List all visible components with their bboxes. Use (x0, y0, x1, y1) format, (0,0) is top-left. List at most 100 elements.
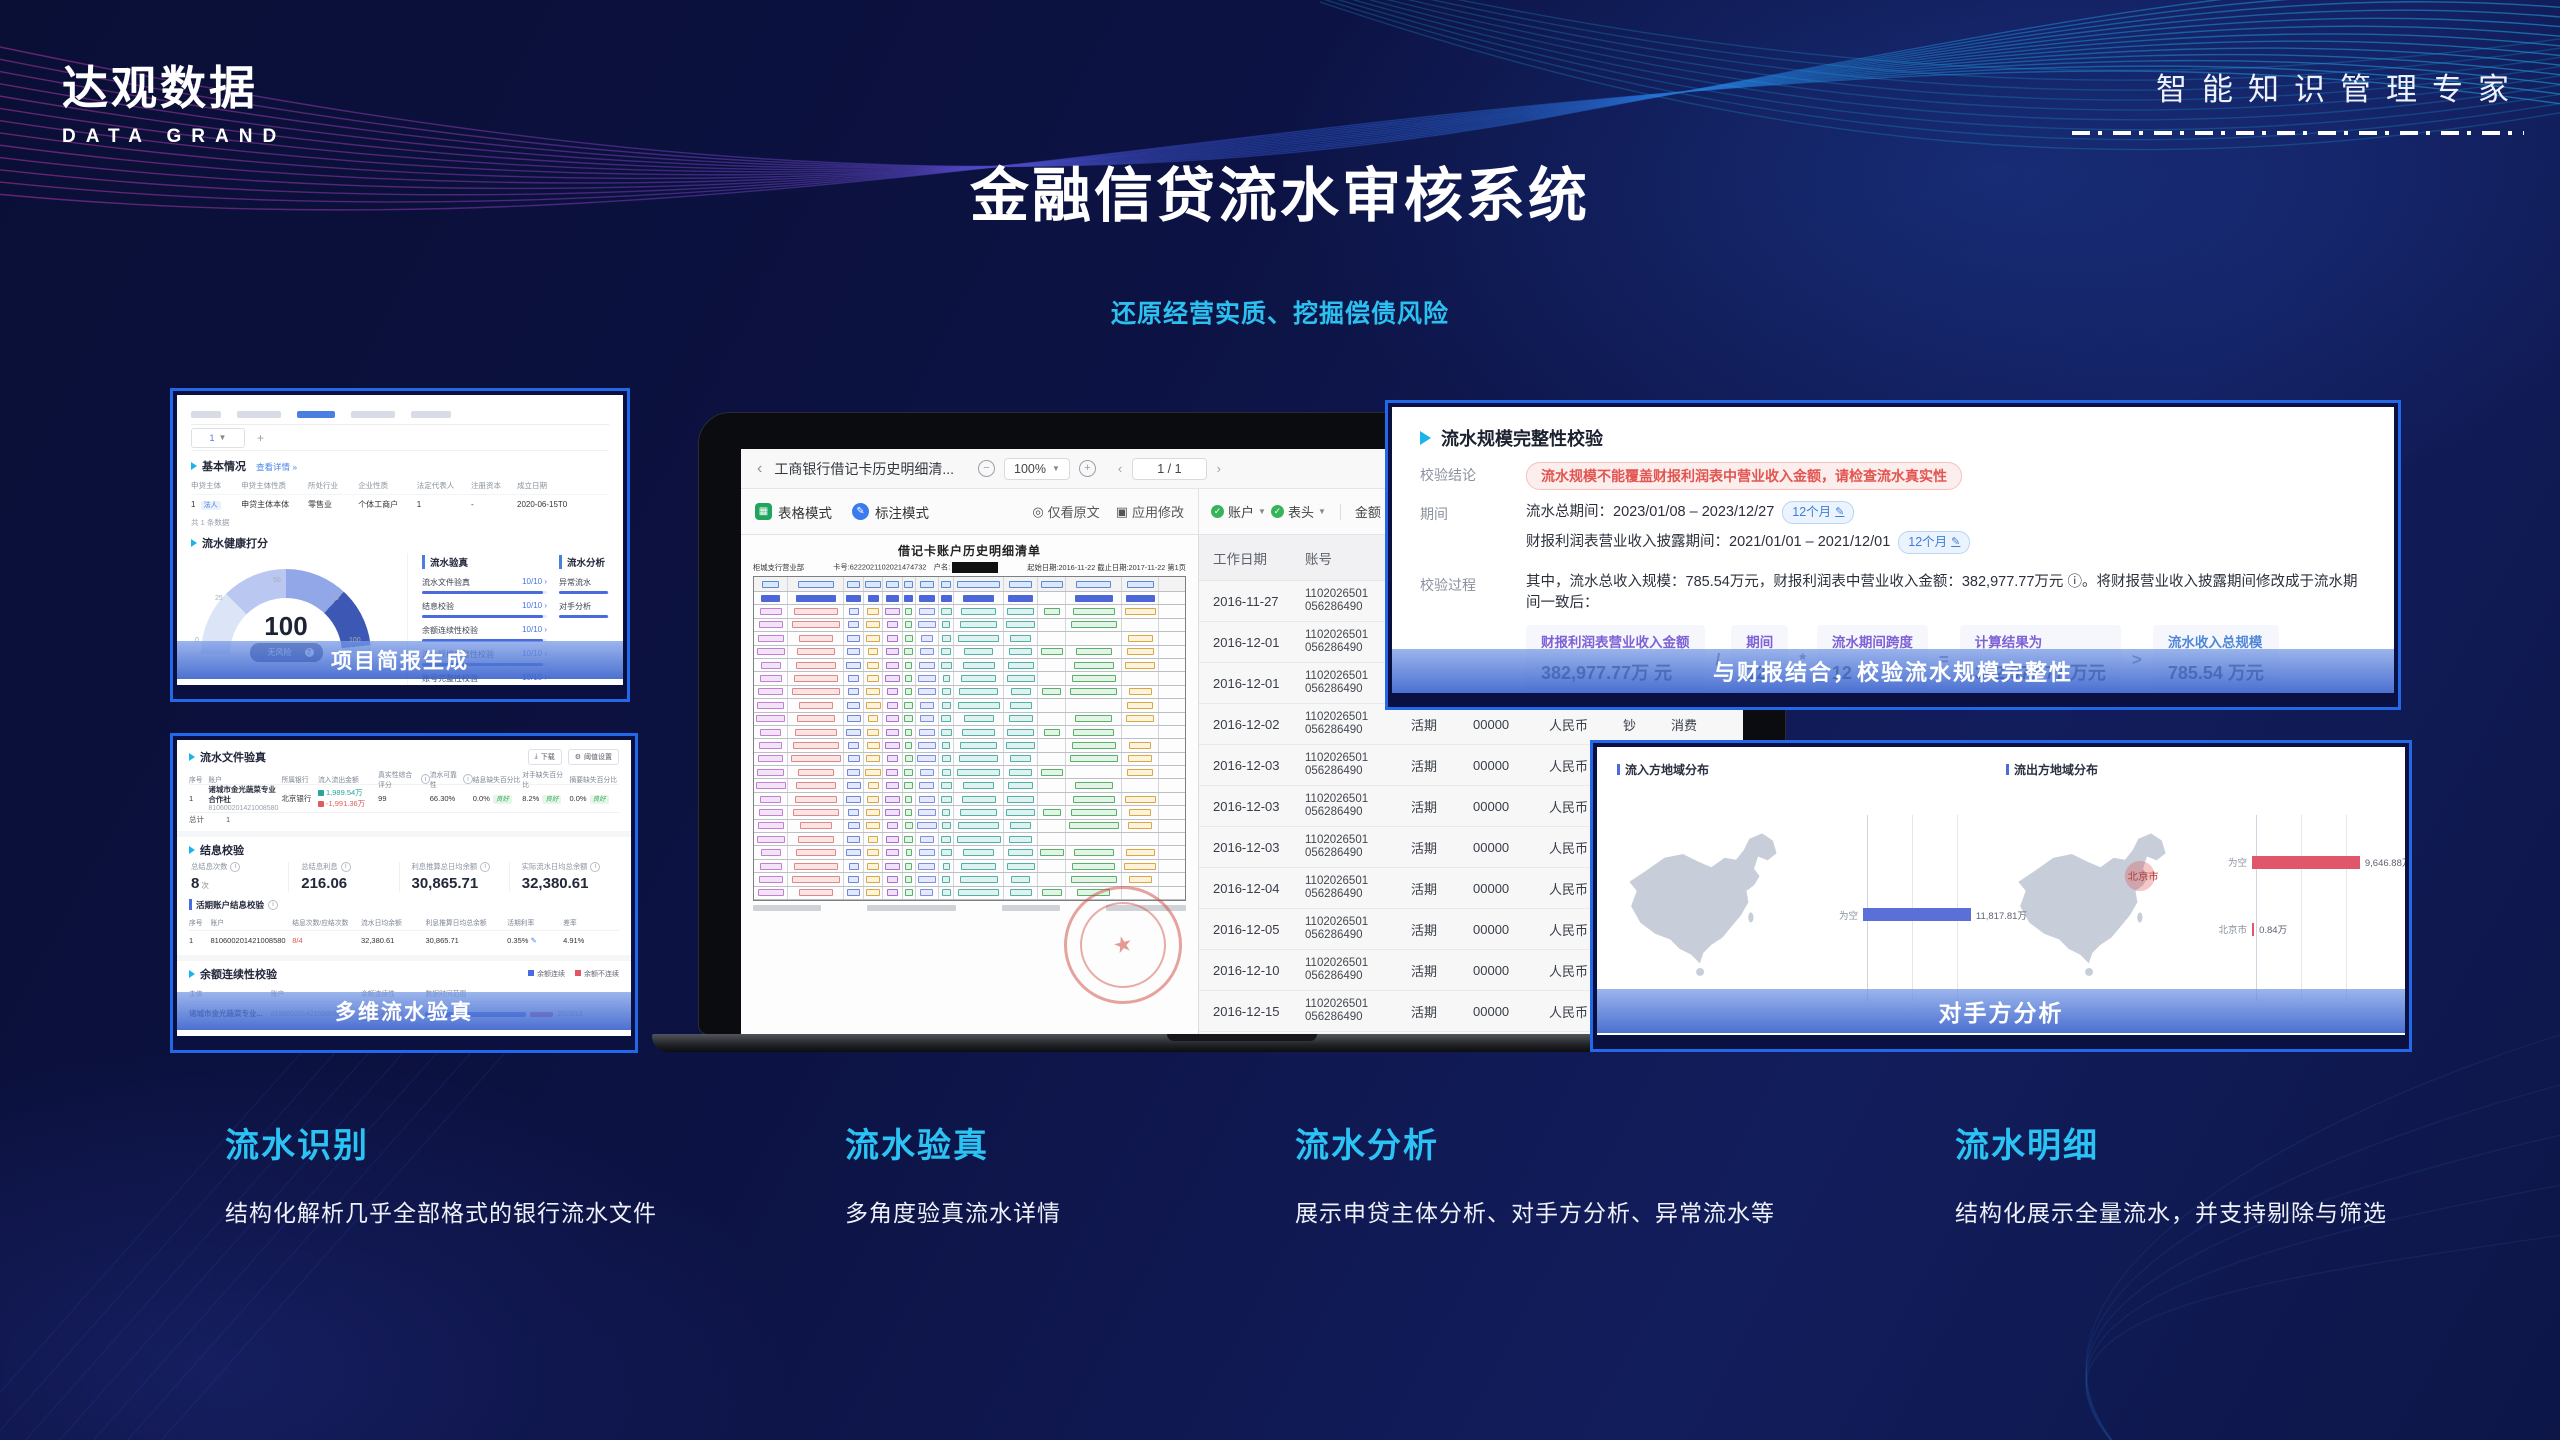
info-icon: i (268, 900, 278, 910)
scan-row (754, 632, 1185, 645)
cell-deposit-type: 活期 (1411, 1002, 1473, 1021)
cell-account: 1102026501 056286490 (1305, 834, 1411, 860)
scan-cell (788, 820, 844, 832)
cell-chip (957, 836, 1001, 843)
transaction-row[interactable]: 2016-12-021102026501 056286490活期00000人民币… (1199, 704, 1743, 745)
tab-item[interactable]: 1▼ (191, 428, 245, 448)
add-tab-button[interactable]: + (257, 431, 264, 445)
settings-button[interactable]: ⚙阈值设置 (568, 749, 619, 765)
scan-row (754, 779, 1185, 792)
cell-chip (798, 769, 834, 776)
scan-cell (883, 726, 902, 738)
cell-chip (1074, 849, 1113, 856)
filter-account[interactable]: ✓账户▼ (1211, 502, 1266, 521)
back-chevron-icon[interactable]: ‹ (757, 460, 762, 478)
scan-cell (883, 766, 902, 778)
page-indicator[interactable]: 1 / 1 (1132, 458, 1206, 480)
section-arrow-icon (191, 539, 197, 547)
cell-chip (918, 742, 936, 749)
bar-category-label: 为空 (2211, 855, 2252, 869)
cell-serial: 00000 (1473, 881, 1549, 896)
cell-chip (942, 755, 951, 762)
nav-item-placeholder[interactable] (237, 411, 281, 418)
table-mode-button[interactable]: ▦ 表格模式 (755, 502, 832, 522)
scan-cell (1004, 753, 1038, 765)
cell-chip (848, 688, 860, 695)
zoom-out-icon[interactable]: − (978, 460, 995, 477)
inflow-outflow: 1,989.54万-1,991.36万 (318, 787, 378, 809)
scan-cell (864, 833, 883, 845)
scale-check-screenshot: 流水规模完整性校验 校验结论 流水规模不能覆盖财报利润表中营业收入金额，请检查流… (1392, 407, 2394, 693)
stat-card: 利息推算总日均余额i30,865.71 (399, 862, 509, 892)
scan-cell (844, 779, 863, 791)
scan-cell (754, 846, 788, 858)
scan-cell (916, 686, 940, 698)
cell: 8/4 (292, 936, 361, 945)
scan-cell (1122, 646, 1159, 658)
scan-cell (754, 887, 788, 899)
scan-cell (1122, 619, 1159, 631)
view-detail-link[interactable]: 查看详情 » (256, 461, 297, 473)
scan-row (754, 820, 1185, 833)
nav-item-placeholder[interactable] (411, 411, 451, 418)
scan-cell (903, 713, 916, 725)
cell-chip (1125, 608, 1156, 615)
interest-table-row[interactable]: 18106002014210085808/432,380.6130,865.71… (189, 930, 619, 950)
score-item-value: 10/10 › (522, 625, 547, 636)
period-pill[interactable]: 12个月✎ (1782, 501, 1854, 524)
cell-chip (762, 581, 779, 588)
basic-table-row[interactable]: 1 法人申贷主体本体零售业个体工商户1-2020-06-15T0 (191, 494, 609, 514)
cell-chip (942, 889, 951, 896)
balance-legend: 余额连续余额不连续 (528, 969, 619, 979)
cell-chip (1070, 688, 1117, 695)
bar-category-label: 北京市 (2211, 922, 2252, 936)
period-pill[interactable]: 12个月✎ (1898, 531, 1970, 554)
filter-header[interactable]: ✓表头▼ (1271, 502, 1326, 521)
scan-cell (844, 739, 863, 751)
annotate-mode-button[interactable]: ✎ 标注模式 (852, 502, 929, 522)
scan-cell (1066, 686, 1122, 698)
prev-page-icon[interactable]: ‹ (1118, 461, 1122, 476)
page-subtitle: 还原经营实质、挖掘偿债风险 (0, 294, 2560, 330)
score-item[interactable]: 余额连续性校验10/10 › (422, 625, 547, 642)
cell-chip (756, 782, 786, 789)
nav-item-placeholder[interactable] (297, 411, 335, 418)
scan-cell (1066, 619, 1122, 631)
file-verify-total-row: 总计1 (189, 812, 619, 826)
analysis-item[interactable]: 对手分析 (559, 601, 609, 618)
zoom-level-select[interactable]: 100%▼ (1004, 458, 1070, 480)
inflow-chart-title: 流入方地域分布 (1625, 761, 1709, 778)
scan-cell (883, 739, 902, 751)
cell-chip (1041, 648, 1063, 655)
apply-changes-button[interactable]: ▣应用修改 (1116, 502, 1184, 521)
cell-chip (919, 796, 936, 803)
score-item[interactable]: 结息校验10/10 › (422, 601, 547, 618)
cell-chip (961, 863, 996, 870)
download-button[interactable]: ⤓下载 (528, 749, 562, 765)
cell-chip (1008, 662, 1034, 669)
next-page-icon[interactable]: › (1217, 461, 1221, 476)
section-arrow-icon (189, 753, 195, 761)
check-circle-icon: ✓ (1211, 505, 1224, 518)
scan-cell (903, 833, 916, 845)
score-item[interactable]: 流水文件验真10/10 › (422, 577, 547, 594)
scan-cell (954, 632, 1004, 644)
scan-cell (916, 846, 940, 858)
cell-chip (1008, 782, 1033, 789)
cell-chip (847, 715, 861, 722)
nav-item-placeholder[interactable] (191, 411, 221, 418)
scan-cell (903, 686, 916, 698)
nav-item-placeholder[interactable] (351, 411, 395, 418)
scan-cell (954, 833, 1004, 845)
panel-project-brief: 1▼ + 基本情况 查看详情 » 申贷主体申贷主体性质所处行业企业性质法定代表人… (170, 388, 630, 702)
zoom-in-icon[interactable]: + (1079, 460, 1096, 477)
view-original-button[interactable]: ◎仅看原文 (1032, 502, 1099, 521)
scan-cell (1038, 873, 1066, 885)
cell-chip (921, 635, 934, 642)
cell-chip (1124, 863, 1156, 870)
download-icon: ⤓ (535, 753, 538, 761)
analysis-item[interactable]: 异常流水 (559, 577, 609, 594)
scan-cell (754, 873, 788, 885)
process-text: 其中，流水总收入规模：785.54万元，财报利润表中营业收入金额：382,977… (1526, 572, 2366, 616)
scan-cell (883, 846, 902, 858)
